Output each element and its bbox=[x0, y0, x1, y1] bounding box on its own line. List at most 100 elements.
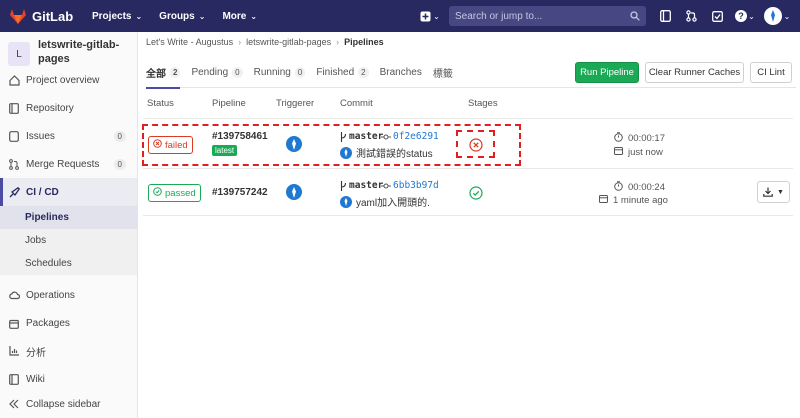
sidebar-subitem-schedules[interactable]: Schedules bbox=[0, 252, 137, 275]
project-avatar: L bbox=[8, 42, 30, 66]
commit-message[interactable]: yaml加入開頭的. bbox=[340, 194, 430, 209]
collapse-sidebar-button[interactable]: Collapse sidebar bbox=[0, 390, 137, 418]
sidebar-item-analytics[interactable]: 分析 bbox=[0, 337, 137, 365]
table-divider bbox=[143, 168, 793, 169]
merge-requests-count-badge: 0 bbox=[113, 158, 126, 170]
download-artifacts-button[interactable]: ▼ bbox=[757, 181, 790, 203]
status-badge-passed[interactable]: passed bbox=[148, 184, 201, 202]
ci-lint-button[interactable]: CI Lint bbox=[750, 62, 792, 83]
project-name-line2: pages bbox=[38, 53, 70, 65]
sidebar-toggle-icon[interactable] bbox=[654, 6, 676, 26]
clear-runner-caches-button[interactable]: Clear Runner Caches bbox=[645, 62, 744, 83]
tab-count-badge: 0 bbox=[232, 67, 243, 78]
breadcrumb-project-link[interactable]: letswrite-gitlab-pages bbox=[246, 37, 331, 47]
package-icon bbox=[8, 317, 20, 329]
column-header-stages: Stages bbox=[468, 98, 498, 109]
triggerer-avatar[interactable] bbox=[286, 184, 302, 200]
issues-count-badge: 0 bbox=[113, 130, 126, 142]
finished-text: 1 minute ago bbox=[613, 194, 668, 206]
finished-text: just now bbox=[628, 146, 663, 158]
tab-label: Finished bbox=[316, 67, 355, 78]
gitlab-logo[interactable]: GitLab bbox=[10, 8, 80, 24]
menu-more[interactable]: More ⌄ bbox=[222, 11, 257, 22]
tab-label: 標籤 bbox=[432, 69, 453, 80]
sidebar-item-project-overview[interactable]: Project overview bbox=[0, 66, 137, 94]
sidebar-subitem-jobs[interactable]: Jobs bbox=[0, 229, 137, 252]
tab-all[interactable]: 全部 2 bbox=[146, 58, 181, 89]
duration-text: 00:00:17 bbox=[628, 133, 665, 144]
sidebar-item-label: Wiki bbox=[26, 373, 45, 385]
sidebar-item-label: Packages bbox=[26, 317, 70, 329]
branch-link[interactable]: master bbox=[340, 180, 383, 191]
tab-label: Branches bbox=[379, 67, 422, 78]
search-placeholder: Search or jump to... bbox=[455, 10, 543, 22]
sidebar-item-operations[interactable]: Operations bbox=[0, 281, 137, 309]
chevron-right-icon: › bbox=[336, 37, 340, 47]
stage-passed-icon[interactable] bbox=[469, 186, 483, 200]
sidebar-item-ci-cd[interactable]: CI / CD bbox=[0, 178, 137, 206]
todo-icon[interactable] bbox=[706, 6, 728, 26]
sidebar-item-wiki[interactable]: Wiki bbox=[0, 365, 137, 393]
top-navbar: GitLab Projects ⌄ Groups ⌄ More ⌄ ⌄ Search … bbox=[0, 0, 800, 32]
chevron-down-icon: ⌄ bbox=[250, 11, 258, 21]
sidebar-item-merge-requests[interactable]: Merge Requests 0 bbox=[0, 150, 137, 178]
timer-icon bbox=[614, 181, 623, 194]
column-header-commit: Commit bbox=[340, 98, 373, 109]
pipeline-duration: 00:00:17 bbox=[614, 132, 665, 145]
sidebar-item-label: Issues bbox=[26, 130, 55, 142]
chevron-right-icon: › bbox=[238, 37, 242, 47]
pipeline-finished-time: just now bbox=[614, 146, 663, 158]
help-icon[interactable]: ? ⌄ bbox=[732, 6, 758, 26]
pipeline-finished-time: 1 minute ago bbox=[599, 194, 668, 206]
tab-finished[interactable]: Finished 2 bbox=[316, 58, 369, 88]
tab-count-badge: 0 bbox=[294, 67, 306, 78]
run-pipeline-button[interactable]: Run Pipeline bbox=[575, 62, 639, 83]
author-avatar bbox=[340, 195, 352, 208]
calendar-icon bbox=[614, 146, 623, 158]
menu-groups-label: Groups bbox=[159, 10, 195, 22]
book-icon bbox=[8, 102, 20, 114]
menu-groups[interactable]: Groups ⌄ bbox=[159, 11, 205, 22]
tab-tags[interactable]: 標籤 bbox=[433, 58, 453, 88]
highlight-failed-stage bbox=[456, 130, 495, 158]
svg-text:?: ? bbox=[738, 11, 744, 21]
sidebar: L letswrite-gitlab- pages Project overvi… bbox=[0, 32, 138, 418]
status-text: passed bbox=[165, 187, 196, 199]
tab-count-badge: 2 bbox=[358, 67, 369, 78]
merge-requests-icon[interactable] bbox=[680, 6, 702, 26]
issues-icon bbox=[8, 130, 20, 142]
breadcrumb: Let's Write - Augustus › letswrite-gitla… bbox=[146, 37, 384, 47]
menu-more-label: More bbox=[222, 10, 247, 22]
tab-branches[interactable]: Branches bbox=[380, 58, 422, 88]
sidebar-item-label: Project overview bbox=[26, 74, 100, 86]
status-passed-icon bbox=[153, 187, 162, 199]
chevron-down-icon: ⌄ bbox=[783, 11, 791, 21]
commit-sha-link[interactable]: 6bb3b97d bbox=[381, 180, 439, 191]
sidebar-item-repository[interactable]: Repository bbox=[0, 94, 137, 122]
user-menu[interactable]: ⌄ bbox=[762, 6, 792, 26]
duration-text: 00:00:24 bbox=[628, 182, 665, 193]
pipeline-id-link[interactable]: #139757242 bbox=[212, 187, 268, 198]
sidebar-item-issues[interactable]: Issues 0 bbox=[0, 122, 137, 150]
chevron-down-icon: ⌄ bbox=[135, 11, 143, 21]
sidebar-item-label: Merge Requests bbox=[26, 158, 100, 170]
new-dropdown-button[interactable]: ⌄ bbox=[417, 6, 443, 26]
sidebar-item-label: Operations bbox=[26, 289, 75, 301]
tab-running[interactable]: Running 0 bbox=[254, 58, 306, 88]
sidebar-item-packages[interactable]: Packages bbox=[0, 309, 137, 337]
collapse-sidebar-label: Collapse sidebar bbox=[26, 398, 101, 410]
column-header-status: Status bbox=[147, 98, 174, 109]
merge-request-icon bbox=[8, 158, 20, 170]
breadcrumb-current[interactable]: Pipelines bbox=[344, 37, 384, 47]
menu-projects[interactable]: Projects ⌄ bbox=[92, 11, 142, 22]
plus-square-icon bbox=[420, 11, 431, 21]
sidebar-subitem-pipelines[interactable]: Pipelines bbox=[0, 206, 137, 229]
tab-pending[interactable]: Pending 0 bbox=[191, 58, 243, 88]
breadcrumb-group-link[interactable]: Let's Write - Augustus bbox=[146, 37, 233, 47]
chart-icon bbox=[8, 345, 20, 357]
search-input[interactable]: Search or jump to... bbox=[449, 6, 646, 26]
column-header-pipeline: Pipeline bbox=[212, 98, 246, 109]
tab-count-badge: 2 bbox=[170, 67, 181, 78]
commit-icon bbox=[381, 183, 391, 188]
sidebar-item-label: Repository bbox=[26, 102, 74, 114]
